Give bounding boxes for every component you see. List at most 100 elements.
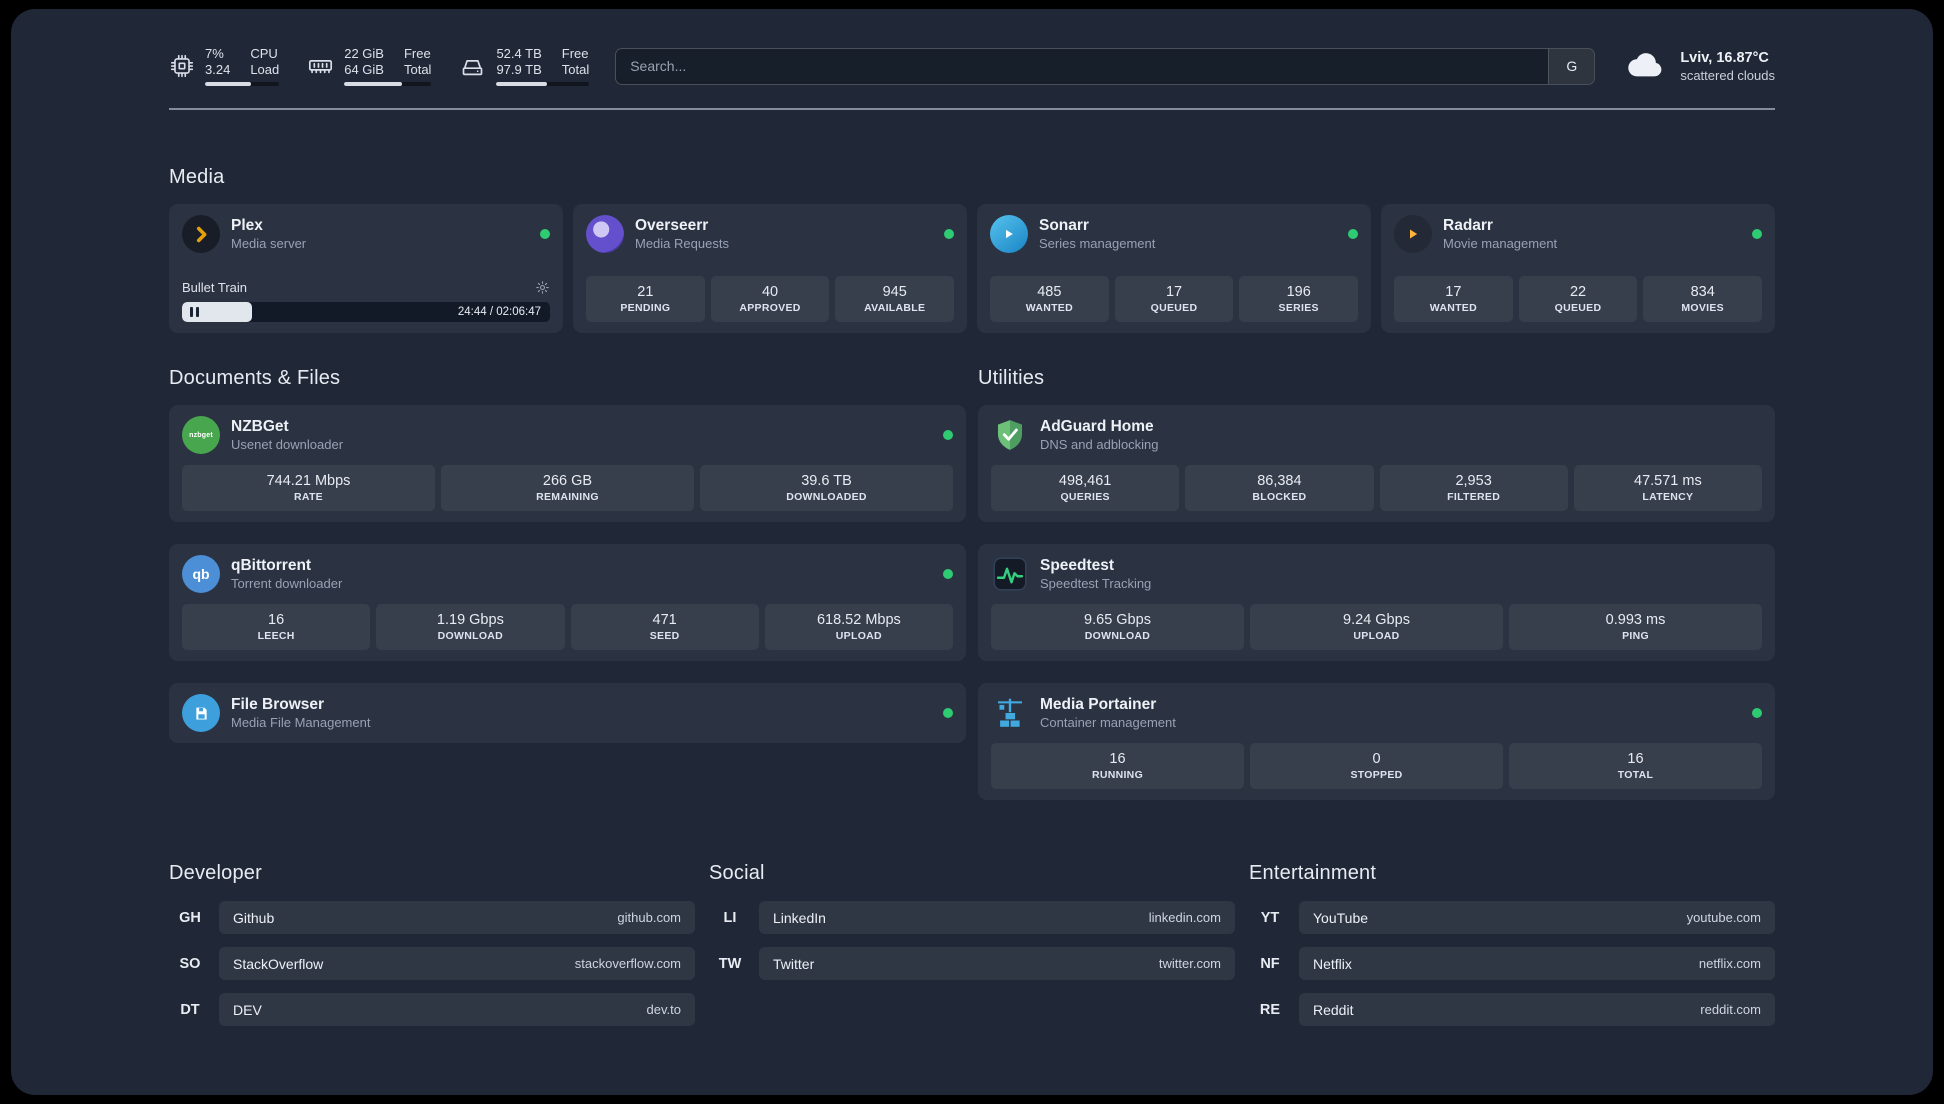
bookmark-row: NF Netflix netflix.com: [1249, 947, 1775, 980]
speedtest-icon: [991, 555, 1029, 593]
app-card-radarr[interactable]: Radarr Movie management 17 WANTED 22 QUE…: [1381, 204, 1775, 333]
app-card-sonarr[interactable]: Sonarr Series management 485 WANTED 17 Q…: [977, 204, 1371, 333]
status-dot: [1752, 229, 1762, 239]
app-card-qbittorrent[interactable]: qb qBittorrent Torrent downloader 16 LEE…: [169, 544, 966, 661]
bookmark-stackoverflow[interactable]: StackOverflow stackoverflow.com: [219, 947, 695, 980]
cloud-icon: [1625, 48, 1667, 85]
app-subtitle: Media server: [231, 235, 307, 251]
stat-seed: 471 SEED: [570, 604, 759, 650]
stat-movies: 834 MOVIES: [1643, 276, 1763, 322]
stat-filtered: 2,953 FILTERED: [1379, 465, 1568, 511]
bookmark-abbr: TW: [718, 955, 742, 972]
sonarr-icon: [990, 215, 1028, 253]
stat-series: 196 SERIES: [1239, 276, 1359, 322]
stat-queued: 17 QUEUED: [1114, 276, 1234, 322]
section-title-utilities: Utilities: [978, 367, 1045, 389]
weather-condition: scattered clouds: [1680, 67, 1775, 83]
bookmark-row: TW Twitter twitter.com: [709, 947, 1235, 980]
bookmark-github[interactable]: Github github.com: [219, 901, 695, 934]
app-subtitle: Speedtest Tracking: [1040, 575, 1152, 591]
stat-available: 945 AVAILABLE: [835, 276, 955, 322]
disk-free-label: Free: [561, 46, 589, 61]
bookmark-netflix[interactable]: Netflix netflix.com: [1299, 947, 1775, 980]
disk-icon: [459, 53, 486, 80]
status-dot: [943, 569, 953, 579]
cpu-load-label: Load: [250, 62, 280, 77]
cpu-load-value: 3.24: [205, 62, 231, 77]
search-input[interactable]: [616, 58, 1549, 74]
dashboard-panel: 7% 3.24 CPU Load 22 GiB 64 GiB Free Tota…: [11, 9, 1933, 1095]
weather-widget: Lviv, 16.87°C scattered clouds: [1625, 48, 1775, 85]
app-subtitle: Container management: [1040, 714, 1176, 730]
stat-running: 16 RUNNING: [991, 743, 1244, 789]
bookmark-row: GH Github github.com: [169, 901, 695, 934]
app-card-nzbget[interactable]: nzbget NZBGet Usenet downloader 744.21 M…: [169, 405, 966, 522]
bookmark-row: LI LinkedIn linkedin.com: [709, 901, 1235, 934]
app-card-portainer[interactable]: Media Portainer Container management 16 …: [978, 683, 1775, 800]
app-subtitle: Media File Management: [231, 714, 371, 730]
qbittorrent-icon: qb: [182, 555, 220, 593]
bookmark-linkedin[interactable]: LinkedIn linkedin.com: [759, 901, 1235, 934]
bookmark-group-entertainment: Entertainment YT YouTube youtube.com NF …: [1249, 862, 1775, 1026]
disk-progress-bar: [496, 82, 590, 86]
stat-approved: 40 APPROVED: [710, 276, 830, 322]
disk-total-label: Total: [561, 62, 590, 77]
playback-progress-bar[interactable]: 24:44 / 02:06:47: [182, 302, 550, 322]
bookmark-abbr: SO: [179, 955, 201, 972]
app-name: NZBGet: [231, 417, 289, 435]
app-card-overseerr[interactable]: Overseerr Media Requests 21 PENDING 40 A…: [573, 204, 967, 333]
section-title-media: Media: [169, 166, 225, 188]
app-subtitle: Media Requests: [635, 235, 729, 251]
bookmark-youtube[interactable]: YouTube youtube.com: [1299, 901, 1775, 934]
app-card-adguard[interactable]: AdGuard Home DNS and adblocking 498,461 …: [978, 405, 1775, 522]
bookmark-dev[interactable]: DEV dev.to: [219, 993, 695, 1026]
app-name: AdGuard Home: [1040, 417, 1154, 435]
app-card-speedtest[interactable]: Speedtest Speedtest Tracking 9.65 Gbps D…: [978, 544, 1775, 661]
adguard-icon: [991, 416, 1029, 454]
gear-icon[interactable]: [535, 280, 550, 295]
app-name: Speedtest: [1040, 556, 1115, 574]
memory-progress-bar: [344, 82, 432, 86]
memory-free-value: 22 GiB: [344, 46, 384, 61]
header-divider: [169, 108, 1775, 110]
search-provider-button[interactable]: G: [1548, 48, 1595, 84]
bookmark-abbr: RE: [1259, 1001, 1281, 1018]
bookmark-twitter[interactable]: Twitter twitter.com: [759, 947, 1235, 980]
app-card-plex[interactable]: Plex Media server Bullet Train 24:44 / 0…: [169, 204, 563, 333]
playback-time: 24:44 / 02:06:47: [457, 306, 541, 318]
status-dot: [1752, 708, 1762, 718]
bookmark-row: RE Reddit reddit.com: [1249, 993, 1775, 1026]
app-subtitle: DNS and adblocking: [1040, 436, 1159, 452]
stat-rate: 744.21 Mbps RATE: [182, 465, 435, 511]
section-title-documents: Documents & Files: [169, 367, 341, 389]
memory-total-label: Total: [403, 62, 432, 77]
bookmark-row: SO StackOverflow stackoverflow.com: [169, 947, 695, 980]
app-name: qBittorrent: [231, 556, 312, 574]
stat-upload: 9.24 Gbps UPLOAD: [1250, 604, 1503, 650]
app-name: Overseerr: [635, 216, 709, 234]
app-card-filebrowser[interactable]: File Browser Media File Management: [169, 683, 966, 743]
app-subtitle: Series management: [1039, 235, 1156, 251]
app-name: File Browser: [231, 695, 325, 713]
status-dot: [1348, 229, 1358, 239]
stat-stopped: 0 STOPPED: [1250, 743, 1503, 789]
stat-queries: 498,461 QUERIES: [991, 465, 1180, 511]
filebrowser-icon: [182, 694, 220, 732]
stat-download: 9.65 Gbps DOWNLOAD: [991, 604, 1244, 650]
stat-queued: 22 QUEUED: [1518, 276, 1638, 322]
bookmark-reddit[interactable]: Reddit reddit.com: [1299, 993, 1775, 1026]
status-dot: [943, 430, 953, 440]
section-documents: Documents & Files nzbget NZBGet Usenet d…: [169, 367, 966, 800]
top-bar: 7% 3.24 CPU Load 22 GiB 64 GiB Free Tota…: [169, 39, 1775, 93]
weather-location: Lviv, 16.87°C: [1680, 49, 1769, 66]
search-bar: G: [615, 47, 1596, 85]
section-title-developer: Developer: [169, 862, 262, 884]
portainer-icon: [991, 694, 1029, 732]
status-dot: [943, 708, 953, 718]
plex-icon: [182, 215, 220, 253]
cpu-progress-bar: [205, 82, 280, 86]
pause-icon[interactable]: [190, 307, 199, 317]
stat-downloaded: 39.6 TB DOWNLOADED: [700, 465, 953, 511]
overseerr-icon: [586, 215, 624, 253]
bookmark-row: DT DEV dev.to: [169, 993, 695, 1026]
